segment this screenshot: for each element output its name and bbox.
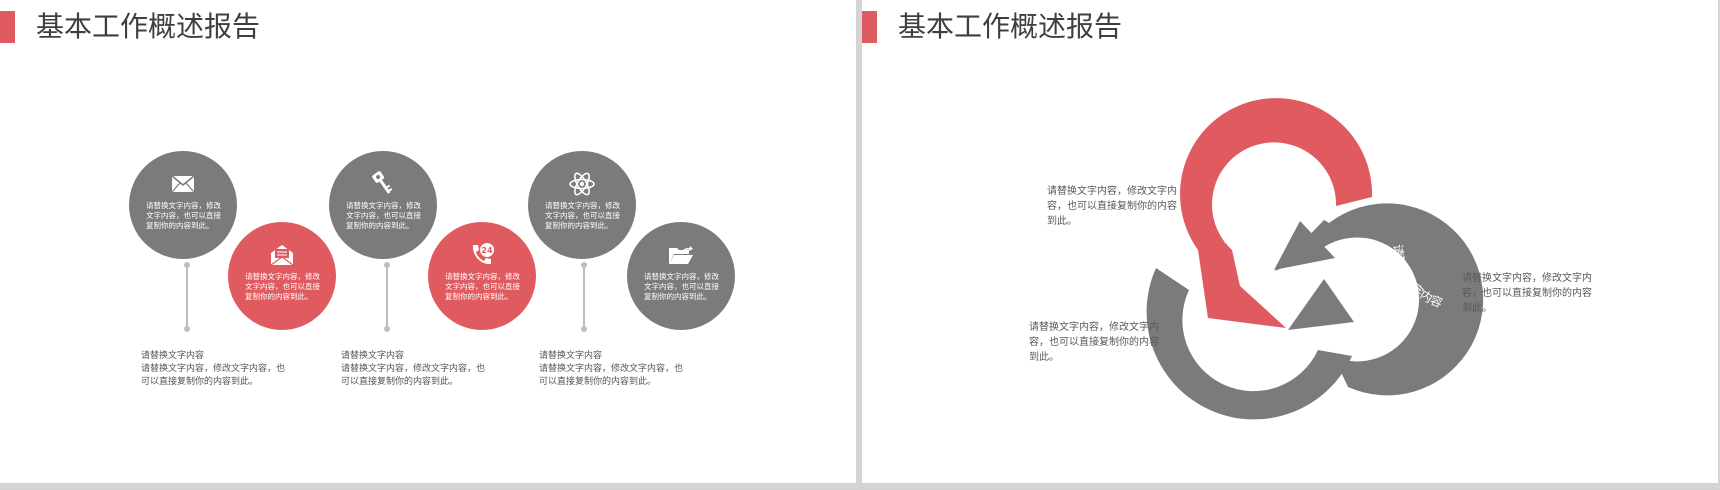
slide-title: 基本工作概述报告: [36, 10, 261, 43]
label-body: 请替换文字内容，修改文字内容，也可以直接复制你的内容到此。: [539, 364, 684, 387]
slide-left: 基本工作概述报告 请替换文字内容，修改文字内容，也可以直接复制你的内容到此。 请…: [0, 0, 856, 483]
arc-label-bottom: 请替换文字内容: [1162, 415, 1232, 467]
circle-text: 请替换文字内容，修改文字内容，也可以直接复制你的内容到此。: [146, 201, 221, 230]
connector-dot: [384, 262, 390, 268]
open-mail-icon: [228, 240, 336, 270]
arc-label-top: 请替换文字内容: [1222, 179, 1289, 247]
connector-line: [186, 264, 188, 330]
circle-text: 请替换文字内容，修改文字内容，也可以直接复制你的内容到此。: [545, 201, 620, 230]
circle-text: 请替换文字内容，修改文字内容，也可以直接复制你的内容到此。: [445, 272, 520, 301]
connector-dot: [581, 326, 587, 332]
step-circle-3: 请替换文字内容，修改文字内容，也可以直接复制你的内容到此。: [329, 151, 437, 259]
slide-right: 基本工作概述报告 请替换文字内容 请替换文字内容 请替换文字内容 请替换文字内容…: [862, 0, 1718, 483]
cycle-arrow-red: [1180, 98, 1373, 329]
cycle-text-2: 请替换文字内容，修改文字内容，也可以直接复制你的内容到此。: [1029, 322, 1159, 363]
connector-line: [583, 264, 585, 330]
connector-dot: [384, 326, 390, 332]
connector-line: [386, 264, 388, 330]
step-circle-4: 24 请替换文字内容，修改文字内容，也可以直接复制你的内容到此。: [428, 222, 536, 330]
circle-text: 请替换文字内容，修改文字内容，也可以直接复制你的内容到此。: [644, 272, 719, 301]
step-circle-1: 请替换文字内容，修改文字内容，也可以直接复制你的内容到此。: [129, 151, 237, 259]
folder-icon: [627, 240, 735, 270]
atom-icon: [528, 169, 636, 199]
connector-dot: [184, 262, 190, 268]
step-circle-5: 请替换文字内容，修改文字内容，也可以直接复制你的内容到此。: [528, 151, 636, 259]
cycle-diagram: 请替换文字内容 请替换文字内容 请替换文字内容: [1146, 98, 1484, 467]
cycle-text-3: 请替换文字内容，修改文字内容，也可以直接复制你的内容到此。: [1462, 273, 1592, 314]
cycle-text-1: 请替换文字内容，修改文字内容，也可以直接复制你的内容到此。: [1047, 186, 1177, 227]
key-icon: [329, 169, 437, 199]
svg-text:24: 24: [481, 246, 493, 255]
envelope-icon: [129, 169, 237, 199]
label-title: 请替换文字内容: [539, 351, 603, 361]
label-body: 请替换文字内容，修改文字内容，也可以直接复制你的内容到此。: [141, 364, 286, 387]
label-title: 请替换文字内容: [341, 351, 405, 361]
cycle-arrowhead-bottom: [1288, 279, 1354, 330]
label-title: 请替换文字内容: [141, 351, 205, 361]
circle-text: 请替换文字内容，修改文字内容，也可以直接复制你的内容到此。: [346, 201, 421, 230]
label-body: 请替换文字内容，修改文字内容，也可以直接复制你的内容到此。: [341, 364, 486, 387]
phone-24-icon: 24: [428, 240, 536, 270]
title-accent-bar: [0, 11, 15, 43]
step-circle-6: 请替换文字内容，修改文字内容，也可以直接复制你的内容到此。: [627, 222, 735, 330]
connector-dot: [581, 262, 587, 268]
circle-text: 请替换文字内容，修改文字内容，也可以直接复制你的内容到此。: [245, 272, 320, 301]
step-circle-2: 请替换文字内容，修改文字内容，也可以直接复制你的内容到此。: [228, 222, 336, 330]
connector-dot: [184, 326, 190, 332]
